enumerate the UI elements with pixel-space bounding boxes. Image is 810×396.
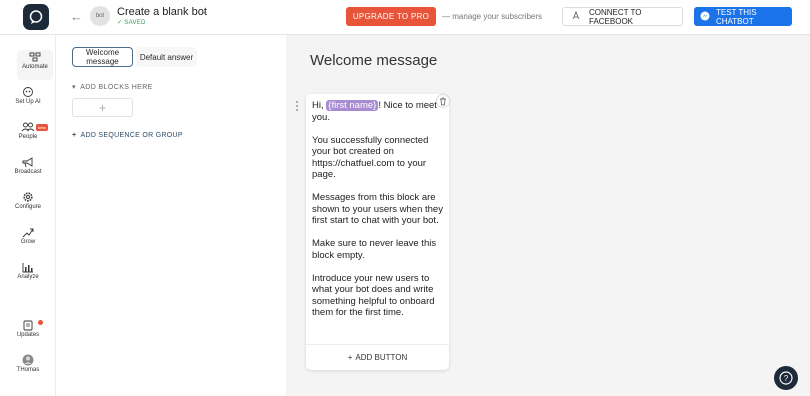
- card-paragraph: Messages from this block are shown to yo…: [312, 192, 443, 226]
- bot-avatar: bot: [90, 6, 110, 26]
- sidebar-item-automate[interactable]: Automate: [17, 50, 53, 80]
- card-paragraph: Introduce your new users to what your bo…: [312, 272, 435, 319]
- text-card[interactable]: Hi, {first name}! Nice to meet you. You …: [306, 94, 450, 370]
- beta-badge: beta: [36, 124, 48, 131]
- help-icon[interactable]: ?: [774, 366, 798, 390]
- sidebar-item-profile[interactable]: THomas: [0, 353, 56, 383]
- sidebar-label: Updates: [16, 332, 40, 338]
- saved-label: SAVED: [124, 20, 146, 26]
- sidebar-label: Configure: [14, 204, 41, 210]
- rocket-icon: [571, 10, 581, 23]
- connect-facebook-label: CONNECT TO FACEBOOK: [589, 7, 642, 26]
- sidebar-label: Analyze: [17, 274, 39, 280]
- add-sequence-button[interactable]: + ADD SEQUENCE OR GROUP: [72, 132, 183, 139]
- updates-icon: [0, 318, 56, 332]
- sidebar-item-analyze[interactable]: Analyze: [0, 260, 56, 290]
- svg-text:?: ?: [784, 374, 789, 383]
- tab-default-answer[interactable]: Default answer: [136, 47, 197, 67]
- sidebar-item-setup-ai[interactable]: Set Up AI: [0, 85, 56, 115]
- page-title: Welcome message: [310, 52, 438, 69]
- test-chatbot-label: TEST THIS CHATBOT: [716, 7, 757, 26]
- sidebar: Automate Set Up AI beta People Broadcast…: [0, 35, 56, 396]
- add-button[interactable]: + ADD BUTTON: [306, 344, 449, 370]
- drag-handle-icon[interactable]: [294, 99, 300, 111]
- sidebar-item-broadcast[interactable]: Broadcast: [0, 155, 56, 185]
- sidebar-label: People: [18, 134, 38, 140]
- add-block-button[interactable]: +: [72, 98, 133, 117]
- ai-icon: [0, 85, 56, 99]
- plus-icon: +: [72, 132, 77, 139]
- sidebar-item-updates[interactable]: Updates: [0, 318, 56, 348]
- sidebar-label: Set Up AI: [15, 99, 41, 105]
- first-name-variable[interactable]: {first name}: [326, 100, 379, 111]
- plus-icon: +: [347, 353, 353, 362]
- connect-facebook-button[interactable]: CONNECT TO FACEBOOK: [562, 7, 683, 26]
- add-sequence-label: ADD SEQUENCE OR GROUP: [80, 132, 183, 139]
- chevron-down-icon[interactable]: ⌄: [201, 6, 209, 17]
- back-arrow-icon[interactable]: ←: [70, 9, 83, 24]
- grow-icon: [0, 225, 56, 239]
- chart-icon: [0, 260, 56, 274]
- card-paragraph: Make sure to never leave this block empt…: [312, 238, 437, 261]
- sidebar-label: THomas: [16, 367, 40, 373]
- gear-icon: [0, 190, 56, 204]
- add-blocks-text: ADD BLOCKS HERE: [80, 84, 153, 91]
- saved-status: ✓ SAVED: [117, 20, 146, 26]
- megaphone-icon: [0, 155, 56, 169]
- sidebar-label: Automate: [22, 64, 48, 70]
- sidebar-item-grow[interactable]: Grow: [0, 225, 56, 255]
- bot-name[interactable]: Create a blank bot: [117, 6, 207, 18]
- add-button-label: ADD BUTTON: [355, 353, 408, 362]
- sidebar-item-configure[interactable]: Configure: [0, 190, 56, 220]
- blocks-panel: Welcome message Default answer ▾ ADD BLO…: [56, 35, 285, 396]
- sidebar-label: Grow: [20, 239, 36, 245]
- greeting-prefix: Hi,: [312, 100, 324, 111]
- card-paragraph: You successfully connected your bot crea…: [312, 134, 429, 181]
- test-chatbot-button[interactable]: TEST THIS CHATBOT: [694, 7, 792, 26]
- plus-icon: +: [98, 100, 106, 115]
- trash-icon[interactable]: [436, 94, 450, 108]
- user-avatar: [0, 353, 56, 367]
- sidebar-label: Broadcast: [14, 169, 42, 175]
- caret-down-icon[interactable]: ▾: [72, 84, 76, 91]
- chatfuel-logo-icon[interactable]: [23, 4, 49, 30]
- tab-welcome-message[interactable]: Welcome message: [72, 47, 133, 67]
- card-text[interactable]: Hi, {first name}! Nice to meet you. You …: [312, 100, 444, 330]
- upgrade-button[interactable]: UPGRADE TO PRO: [346, 7, 436, 26]
- sidebar-item-people[interactable]: beta People: [0, 120, 56, 150]
- greeting-paragraph: Hi, {first name}! Nice to meet you.: [312, 100, 444, 123]
- automate-icon: [17, 50, 53, 64]
- manage-subscribers-text: — manage your subscribers: [442, 12, 543, 21]
- add-blocks-label: ▾ ADD BLOCKS HERE: [72, 83, 153, 91]
- notification-dot: [38, 320, 43, 325]
- messenger-icon: [700, 11, 710, 23]
- editor-area: Welcome message Hi, {first name}! Nice t…: [286, 35, 810, 396]
- top-bar: ← bot Create a blank bot ⌄ ✓ SAVED UPGRA…: [0, 0, 810, 35]
